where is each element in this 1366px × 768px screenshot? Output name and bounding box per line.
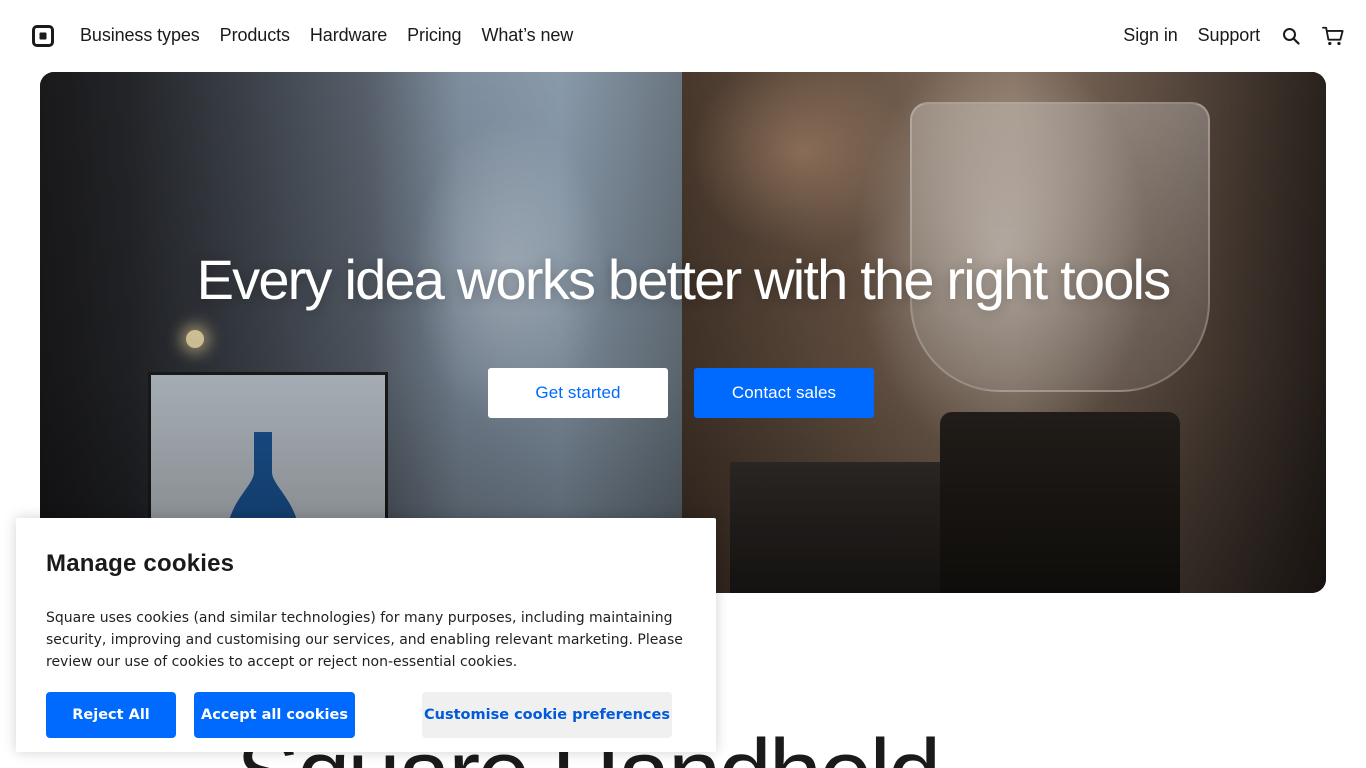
hero-banner: Every idea works better with the right t…: [40, 72, 1326, 593]
nav-hardware[interactable]: Hardware: [310, 25, 387, 48]
hero-overlay: [40, 72, 1326, 593]
cookie-dialog: Manage cookies Square uses cookies (and …: [16, 518, 716, 752]
cart-icon[interactable]: [1322, 25, 1344, 47]
nav-pricing[interactable]: Pricing: [407, 25, 461, 48]
nav-products[interactable]: Products: [220, 25, 290, 48]
support-link[interactable]: Support: [1198, 25, 1260, 48]
nav-business-types[interactable]: Business types: [80, 25, 200, 48]
contact-sales-button[interactable]: Contact sales: [694, 368, 874, 418]
hero-title: Every idea works better with the right t…: [196, 248, 1172, 311]
square-logo[interactable]: [32, 25, 54, 47]
nav-whats-new[interactable]: What’s new: [481, 25, 573, 48]
cookie-title: Manage cookies: [46, 550, 235, 577]
utility-nav: Sign in Support: [1123, 0, 1344, 72]
customise-cookie-preferences-button[interactable]: Customise cookie preferences: [422, 692, 672, 738]
accept-all-cookies-button[interactable]: Accept all cookies: [194, 692, 355, 738]
reject-all-button[interactable]: Reject All: [46, 692, 176, 738]
search-icon[interactable]: [1280, 25, 1302, 47]
main-nav: Business types Products Hardware Pricing…: [80, 0, 573, 72]
sign-in-link[interactable]: Sign in: [1123, 25, 1177, 48]
site-header: Business types Products Hardware Pricing…: [0, 0, 1366, 72]
cookie-description: Square uses cookies (and similar technol…: [46, 610, 683, 670]
get-started-button[interactable]: Get started: [488, 368, 668, 418]
